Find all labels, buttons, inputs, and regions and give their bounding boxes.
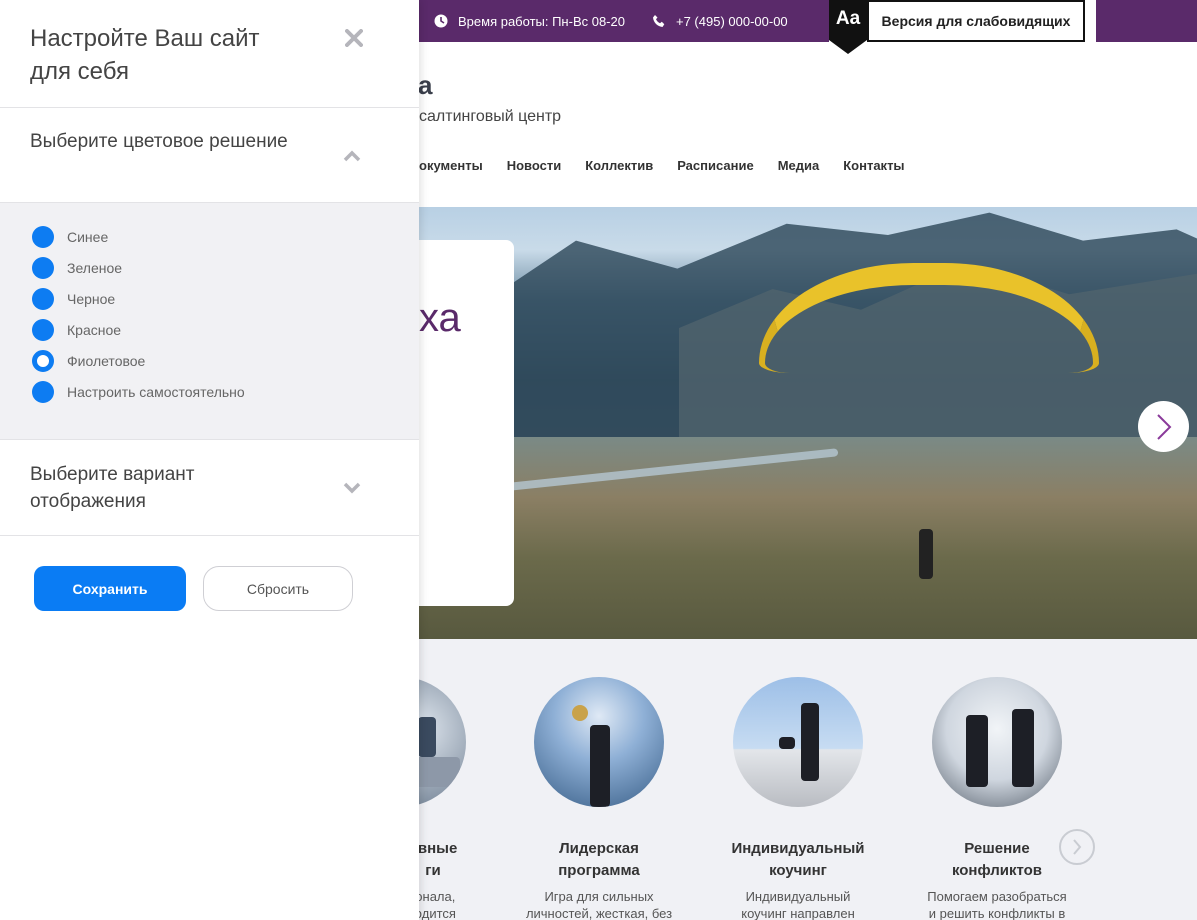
color-option-label: Красное: [67, 322, 122, 338]
service-image-coaching[interactable]: [733, 677, 863, 807]
briefcase-shape: [779, 737, 795, 749]
radio-button[interactable]: [32, 257, 54, 279]
color-option-custom[interactable]: Настроить самостоятельно: [32, 381, 245, 403]
person-shape: [801, 703, 819, 781]
color-option-purple[interactable]: Фиолетовое: [32, 350, 145, 372]
color-option-label: Черное: [67, 291, 116, 307]
service-image-conflicts[interactable]: [932, 677, 1062, 807]
paraglider-pilot: [919, 529, 933, 579]
reset-button[interactable]: Сбросить: [203, 566, 353, 611]
accessibility-badge[interactable]: Aa: [829, 0, 867, 54]
service-title[interactable]: Индивидуальный коучинг: [713, 838, 883, 882]
main-nav: окументы Новости Коллектив Расписание Ме…: [419, 158, 929, 173]
working-hours-text: Время работы: Пн-Вс 08-20: [458, 13, 625, 29]
radio-button[interactable]: [32, 288, 54, 310]
top-bar-gap: [1086, 0, 1096, 42]
nav-item-team[interactable]: Коллектив: [585, 158, 653, 173]
close-button[interactable]: [343, 27, 365, 49]
service-title-line: конфликтов: [951, 862, 1043, 879]
divider: [0, 107, 419, 108]
nav-item-news[interactable]: Новости: [507, 158, 562, 173]
chevron-up-icon[interactable]: [342, 149, 362, 163]
close-icon[interactable]: [345, 29, 363, 47]
working-hours: Время работы: Пн-Вс 08-20: [434, 0, 625, 42]
service-title[interactable]: Решение конфликтов: [912, 838, 1082, 882]
service-title-line: Решение: [964, 840, 1030, 857]
divider: [0, 439, 419, 440]
color-option-green[interactable]: Зеленое: [32, 257, 122, 279]
service-image-leadership[interactable]: [534, 677, 664, 807]
service-title-line: Индивидуальный: [731, 840, 865, 857]
nav-item-documents[interactable]: окументы: [419, 158, 483, 173]
service-description: Помогаем разобраться и решить конфликты в: [927, 889, 1067, 920]
color-option-black[interactable]: Черное: [32, 288, 115, 310]
hero-caption-text: ха: [419, 296, 461, 340]
radio-button[interactable]: [32, 381, 54, 403]
radio-button[interactable]: [32, 319, 54, 341]
person-shape: [590, 725, 610, 807]
chevron-right-icon: [1156, 413, 1171, 440]
chevron-right-icon: [1073, 839, 1082, 855]
valley-shape: [419, 437, 1197, 639]
service-title[interactable]: Лидерская программа: [514, 838, 684, 882]
hero-caption-card: [419, 240, 514, 606]
color-option-label: Настроить самостоятельно: [67, 384, 245, 400]
chevron-down-icon[interactable]: [342, 481, 362, 495]
service-title-line: программа: [558, 862, 640, 879]
accessibility-button[interactable]: Версия для слабовидящих: [867, 0, 1085, 42]
person-shape: [966, 715, 988, 787]
service-title-line: ги: [425, 862, 441, 879]
nav-item-schedule[interactable]: Расписание: [677, 158, 754, 173]
service-description: Индивидуальный коучинг направлен: [741, 889, 855, 920]
color-option-label: Синее: [67, 229, 109, 245]
nav-item-media[interactable]: Медиа: [778, 158, 820, 173]
display-section-title[interactable]: Выберите вариант отображения: [30, 461, 310, 515]
color-option-label: Фиолетовое: [67, 353, 146, 369]
services-next-button[interactable]: [1059, 829, 1095, 865]
hero-slider-image: [419, 207, 1197, 639]
radio-button[interactable]: [32, 226, 54, 248]
hero-next-button[interactable]: [1138, 401, 1189, 452]
nav-item-contacts[interactable]: Контакты: [843, 158, 904, 173]
save-button[interactable]: Сохранить: [34, 566, 186, 611]
site-logo[interactable]: а: [418, 70, 432, 101]
site-subtitle: салтинговый центр: [419, 108, 562, 125]
radio-button-selected[interactable]: [32, 350, 54, 372]
panel-title: Настройте Ваш сайт для себя: [30, 25, 260, 85]
divider: [0, 535, 419, 536]
color-options: Синее Зеленое Черное Красное Фиолетовое …: [0, 203, 419, 439]
clock-icon: [434, 14, 448, 28]
person-shape: [418, 717, 436, 757]
person-shape: [1012, 709, 1034, 787]
color-option-label: Зеленое: [67, 260, 123, 276]
service-description: Игра для сильных личностей, жесткая, без: [525, 889, 673, 920]
phone-number[interactable]: +7 (495) 000-00-00: [676, 14, 788, 29]
trophy-shape: [572, 705, 588, 721]
settings-panel: Настройте Ваш сайт для себя Выберите цве…: [0, 0, 419, 920]
service-title-line: коучинг: [769, 862, 827, 879]
accessibility-toggle[interactable]: Aa Версия для слабовидящих: [829, 0, 1096, 54]
service-title-line: Лидерская: [559, 840, 639, 857]
color-option-blue[interactable]: Синее: [32, 226, 108, 248]
phone-icon: [653, 15, 665, 27]
phone[interactable]: +7 (495) 000-00-00: [652, 0, 788, 42]
color-section-title[interactable]: Выберите цветовое решение: [30, 128, 310, 155]
color-option-red[interactable]: Красное: [32, 319, 121, 341]
